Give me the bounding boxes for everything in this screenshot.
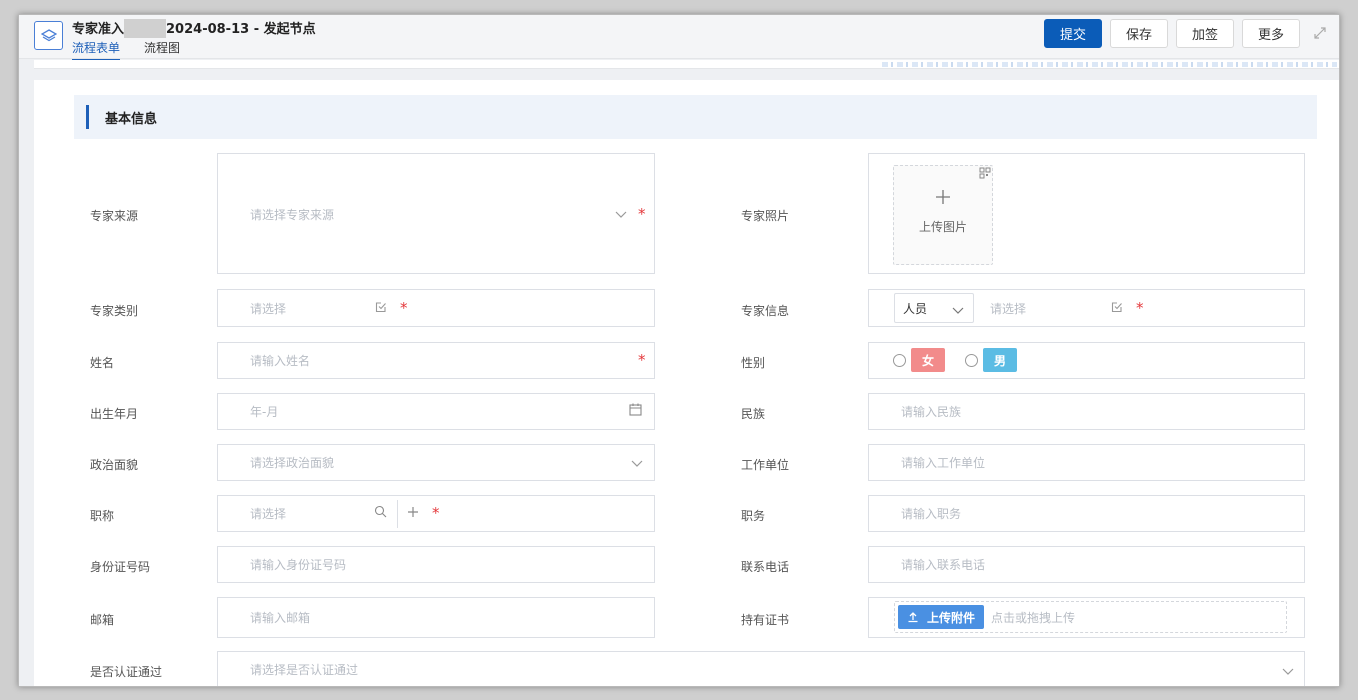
divider bbox=[397, 500, 398, 528]
submit-button[interactable]: 提交 bbox=[1044, 19, 1102, 48]
gender-male-badge[interactable]: 男 bbox=[983, 348, 1017, 372]
select-check-icon[interactable] bbox=[1111, 301, 1123, 316]
birth-date-picker[interactable]: 年-月 bbox=[217, 393, 655, 430]
gender-male-radio[interactable] bbox=[965, 354, 978, 367]
expert-category-placeholder: 请选择 bbox=[250, 302, 287, 316]
top-bar: 专家准入 2024-08-13 - 发起节点 流程表单 流程图 提交 保存 加签 … bbox=[19, 15, 1339, 61]
certificate-dropzone[interactable]: 上传附件 点击或拖拽上传 bbox=[894, 601, 1287, 633]
upload-attachment-button[interactable]: 上传附件 bbox=[898, 605, 984, 629]
section-title: 基本信息 bbox=[105, 112, 158, 127]
phone-placeholder: 请输入联系电话 bbox=[901, 558, 986, 572]
progress-stripe bbox=[34, 60, 1339, 69]
title-suffix: 2024-08-13 - 发起节点 bbox=[166, 22, 316, 37]
position-placeholder: 请输入职务 bbox=[901, 507, 962, 521]
label-ethnicity: 民族 bbox=[741, 407, 766, 421]
upload-icon bbox=[908, 612, 918, 623]
plus-icon[interactable] bbox=[407, 506, 419, 521]
certified-select[interactable]: 请选择是否认证通过 bbox=[217, 651, 1305, 686]
email-input[interactable]: 请输入邮箱 bbox=[217, 597, 655, 638]
label-gender: 性别 bbox=[741, 356, 766, 370]
id-number-input[interactable]: 请输入身份证号码 bbox=[217, 546, 655, 583]
certificate-field: 上传附件 点击或拖拽上传 bbox=[868, 597, 1305, 638]
tab-flowchart[interactable]: 流程图 bbox=[144, 39, 180, 59]
app-window: 专家准入 2024-08-13 - 发起节点 流程表单 流程图 提交 保存 加签 … bbox=[18, 14, 1340, 687]
position-input[interactable]: 请输入职务 bbox=[868, 495, 1305, 532]
phone-input[interactable]: 请输入联系电话 bbox=[868, 546, 1305, 583]
person-type-value: 人员 bbox=[903, 302, 928, 316]
redacted-block bbox=[124, 18, 167, 38]
required-marker: * bbox=[638, 351, 646, 369]
expert-info-placeholder: 请选择 bbox=[990, 302, 1027, 316]
search-icon[interactable] bbox=[374, 505, 387, 521]
plus-icon bbox=[935, 189, 951, 208]
label-birth: 出生年月 bbox=[90, 407, 139, 421]
expert-source-select[interactable]: 请选择专家来源 * bbox=[217, 153, 655, 274]
name-placeholder: 请输入姓名 bbox=[250, 354, 311, 368]
label-expert-category: 专家类别 bbox=[90, 304, 139, 318]
chevron-down-icon bbox=[1282, 665, 1294, 679]
label-certified: 是否认证通过 bbox=[90, 665, 163, 679]
title-prefix: 专家准入 bbox=[72, 22, 125, 37]
label-id-number: 身份证号码 bbox=[90, 560, 151, 574]
workplace-placeholder: 请输入工作单位 bbox=[901, 456, 986, 470]
label-position: 职务 bbox=[741, 509, 766, 523]
name-input[interactable]: 请输入姓名 * bbox=[217, 342, 655, 379]
label-certificate: 持有证书 bbox=[741, 613, 790, 627]
chevron-down-icon bbox=[615, 208, 627, 222]
required-marker: * bbox=[400, 299, 408, 317]
ethnicity-placeholder: 请输入民族 bbox=[901, 405, 962, 419]
person-type-select[interactable]: 人员 bbox=[894, 293, 974, 323]
label-title: 职称 bbox=[90, 509, 115, 523]
label-politics: 政治面貌 bbox=[90, 458, 139, 472]
gender-female-badge[interactable]: 女 bbox=[911, 348, 945, 372]
expand-icon[interactable] bbox=[1313, 26, 1329, 42]
label-email: 邮箱 bbox=[90, 613, 115, 627]
required-marker: * bbox=[638, 205, 646, 223]
tab-process-form[interactable]: 流程表单 bbox=[72, 39, 121, 61]
politics-select[interactable]: 请选择政治面貌 bbox=[217, 444, 655, 481]
birth-placeholder: 年-月 bbox=[250, 405, 279, 419]
save-button[interactable]: 保存 bbox=[1110, 19, 1168, 48]
label-expert-source: 专家来源 bbox=[90, 209, 139, 223]
label-name: 姓名 bbox=[90, 356, 115, 370]
section-header: 基本信息 bbox=[74, 95, 1317, 139]
qr-corner-icon bbox=[979, 167, 991, 182]
label-expert-info: 专家信息 bbox=[741, 304, 790, 318]
chevron-down-icon bbox=[952, 304, 964, 318]
chevron-down-icon bbox=[631, 457, 643, 471]
required-marker: * bbox=[432, 504, 440, 522]
expert-source-placeholder: 请选择专家来源 bbox=[250, 208, 335, 222]
email-placeholder: 请输入邮箱 bbox=[250, 611, 311, 625]
ethnicity-input[interactable]: 请输入民族 bbox=[868, 393, 1305, 430]
gender-field: 女 男 bbox=[868, 342, 1305, 379]
expert-photo-field: 上传图片 bbox=[868, 153, 1305, 274]
expert-info-field: 人员 请选择 * bbox=[868, 289, 1305, 327]
upload-attachment-label: 上传附件 bbox=[926, 610, 975, 625]
layers-icon[interactable] bbox=[34, 21, 63, 50]
countersign-button[interactable]: 加签 bbox=[1176, 19, 1234, 48]
photo-upload-box[interactable]: 上传图片 bbox=[893, 165, 993, 265]
upload-image-text: 上传图片 bbox=[919, 220, 968, 234]
id-number-placeholder: 请输入身份证号码 bbox=[250, 558, 347, 572]
form-panel: 基本信息 专家来源 请选择专家来源 * 专家照片 上传图片 专家类别 请选择 *… bbox=[34, 80, 1339, 686]
gender-female-radio[interactable] bbox=[893, 354, 906, 367]
label-workplace: 工作单位 bbox=[741, 458, 790, 472]
politics-placeholder: 请选择政治面貌 bbox=[250, 456, 335, 470]
label-expert-photo: 专家照片 bbox=[741, 209, 790, 223]
section-accent-bar bbox=[86, 105, 89, 129]
label-phone: 联系电话 bbox=[741, 560, 790, 574]
expert-category-select[interactable]: 请选择 * bbox=[217, 289, 655, 327]
calendar-icon[interactable] bbox=[629, 403, 642, 419]
required-marker: * bbox=[1136, 299, 1144, 317]
title-select[interactable]: 请选择 * bbox=[217, 495, 655, 532]
title-placeholder: 请选择 bbox=[250, 507, 287, 521]
workplace-input[interactable]: 请输入工作单位 bbox=[868, 444, 1305, 481]
certified-placeholder: 请选择是否认证通过 bbox=[250, 663, 359, 677]
page-title: 专家准入 2024-08-13 - 发起节点 bbox=[72, 18, 316, 38]
upload-hint: 点击或拖拽上传 bbox=[991, 611, 1076, 625]
more-button[interactable]: 更多 bbox=[1242, 19, 1300, 48]
select-check-icon[interactable] bbox=[375, 301, 387, 316]
